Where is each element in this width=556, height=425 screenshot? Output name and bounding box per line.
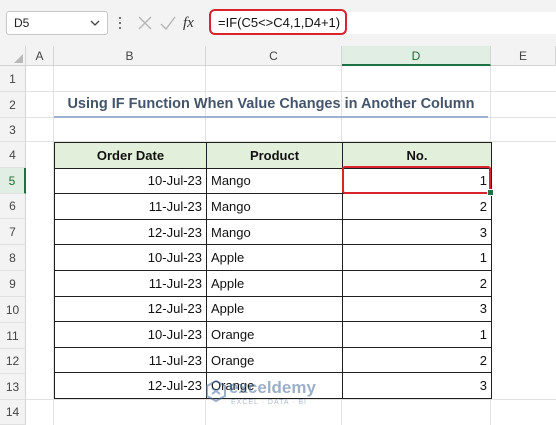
table-row: 10-Jul-23 Apple 1	[54, 244, 492, 271]
row-header-11[interactable]: 11	[0, 323, 26, 349]
row-header-6[interactable]: 6	[0, 194, 26, 219]
cell-no[interactable]: 3	[342, 295, 492, 323]
cell-product[interactable]: Orange	[206, 321, 343, 348]
cell-order-date[interactable]: 11-Jul-23	[54, 269, 207, 297]
active-cell-highlight[interactable]	[342, 166, 491, 194]
cell-product[interactable]: Apple	[206, 244, 343, 271]
formula-input[interactable]: =IF(C5<>C4,1,D4+1)	[209, 9, 347, 35]
cell-order-date[interactable]: 12-Jul-23	[54, 372, 207, 399]
row-header-8[interactable]: 8	[0, 245, 26, 271]
more-options-icon[interactable]	[118, 15, 122, 31]
name-box-value: D5	[14, 16, 30, 30]
formula-text: =IF(C5<>C4,1,D4+1)	[218, 15, 341, 30]
table-row: 11-Jul-23 Orange 2	[54, 346, 492, 374]
chevron-down-icon[interactable]	[88, 15, 102, 31]
cell-order-date[interactable]: 11-Jul-23	[54, 346, 207, 374]
cancel-icon[interactable]	[135, 13, 155, 33]
name-box[interactable]: D5	[6, 11, 108, 35]
cell-product[interactable]: Mango	[206, 218, 343, 246]
formula-bar-area: D5 fx =IF(C5<>C4,1,D4+1)	[0, 0, 556, 46]
table-row: 11-Jul-23 Apple 2	[54, 269, 492, 297]
table-row: 10-Jul-23 Orange 1	[54, 321, 492, 348]
row-header-10[interactable]: 10	[0, 297, 26, 323]
row-header-12[interactable]: 12	[0, 349, 26, 374]
cell-order-date[interactable]: 11-Jul-23	[54, 193, 207, 220]
enter-check-icon[interactable]	[158, 13, 178, 33]
row-header-9[interactable]: 9	[0, 271, 26, 297]
row-header-2[interactable]: 2	[0, 92, 26, 118]
row-header-14[interactable]: 14	[0, 400, 26, 425]
column-header-a[interactable]: A	[26, 46, 54, 66]
table-row: 12-Jul-23 Mango 3	[54, 218, 492, 246]
table-row: 12-Jul-23 Apple 3	[54, 295, 492, 323]
title-underline	[54, 116, 488, 118]
header-product[interactable]: Product	[206, 142, 343, 169]
cell-order-date[interactable]: 10-Jul-23	[54, 167, 207, 195]
cell-product[interactable]: Orange	[206, 346, 343, 374]
row-header-1[interactable]: 1	[0, 66, 26, 92]
row-header-7[interactable]: 7	[0, 219, 26, 245]
cell-no[interactable]: 3	[342, 218, 492, 246]
row-header-3[interactable]: 3	[0, 118, 26, 142]
formula-input-rest[interactable]	[347, 12, 556, 34]
column-header-c[interactable]: C	[206, 46, 342, 66]
table-header-row: Order Date Product No.	[54, 142, 492, 169]
cell-order-date[interactable]: 12-Jul-23	[54, 218, 207, 246]
cell-no[interactable]: 3	[342, 372, 492, 399]
cell-no[interactable]: 1	[342, 244, 492, 271]
cell-order-date[interactable]: 10-Jul-23	[54, 321, 207, 348]
cell-product[interactable]: Apple	[206, 295, 343, 323]
column-header-d[interactable]: D	[342, 46, 491, 66]
row-header-5[interactable]: 5	[0, 168, 26, 194]
exceldemy-watermark: exceldemy EXCEL · DATA · BI	[205, 376, 355, 412]
fill-handle[interactable]	[487, 189, 494, 196]
insert-function-button[interactable]: fx	[183, 13, 203, 33]
watermark-tagline: EXCEL · DATA · BI	[231, 399, 307, 406]
cell-no[interactable]: 2	[342, 346, 492, 374]
select-all-corner[interactable]	[0, 46, 26, 66]
sheet-title[interactable]: Using IF Function When Value Changes in …	[54, 92, 488, 116]
column-header-e[interactable]: E	[491, 46, 556, 66]
cell-product[interactable]: Mango	[206, 167, 343, 195]
watermark-name: exceldemy	[229, 378, 316, 397]
row-header-4[interactable]: 4	[0, 142, 26, 168]
exceldemy-logo-icon	[206, 380, 226, 402]
row-header-13[interactable]: 13	[0, 374, 26, 400]
cell-product[interactable]: Apple	[206, 269, 343, 297]
cell-order-date[interactable]: 10-Jul-23	[54, 244, 207, 271]
cell-order-date[interactable]: 12-Jul-23	[54, 295, 207, 323]
cell-product[interactable]: Mango	[206, 193, 343, 220]
header-no[interactable]: No.	[342, 142, 492, 169]
cell-no[interactable]: 1	[342, 321, 492, 348]
column-header-b[interactable]: B	[54, 46, 206, 66]
cell-no[interactable]: 2	[342, 193, 492, 220]
cell-no[interactable]: 2	[342, 269, 492, 297]
header-order-date[interactable]: Order Date	[54, 142, 207, 169]
table-row: 11-Jul-23 Mango 2	[54, 193, 492, 220]
